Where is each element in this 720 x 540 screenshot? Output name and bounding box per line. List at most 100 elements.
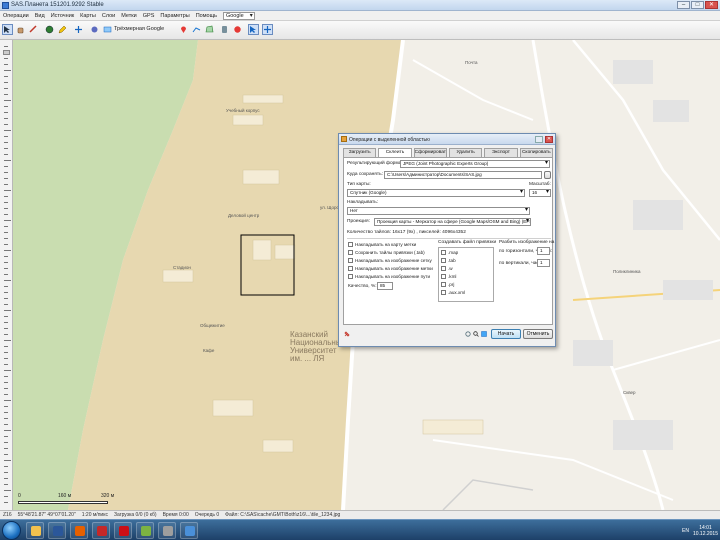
globe-icon[interactable] [44,24,55,35]
taskbar-app-button[interactable] [48,522,66,539]
format-select[interactable]: JPEG (Joint Photographic Experts Group) [400,160,550,168]
taskbar-app-button[interactable] [92,522,110,539]
tab-stitch[interactable]: Склеить [378,148,412,157]
projection-select[interactable]: Проекция карты - Меркатор на сфере (Goog… [374,218,531,226]
world-file-checkbox-1[interactable] [441,250,446,255]
taskbar-app-button[interactable] [114,522,132,539]
gps-icon[interactable] [219,24,230,35]
ruler-tick [4,256,8,257]
dialog-app-icon [341,136,347,142]
dialog-close-button[interactable]: ✕ [545,136,553,143]
world-file-checkbox-6[interactable] [441,290,446,295]
ruler-tick [4,292,8,293]
map-source-combo[interactable]: Google [222,11,255,20]
taskbar-app-button[interactable] [158,522,176,539]
menu-gps[interactable]: GPS [143,13,155,19]
option-checkbox-1[interactable] [348,242,353,247]
divider [347,238,551,239]
quality-input[interactable]: 85 [377,282,393,290]
status-time: Время 0:00 [162,512,189,518]
marker-icon[interactable] [178,24,189,35]
v-parts-input[interactable]: 1 [537,259,550,267]
tab-generate[interactable]: Сформировать [413,148,447,157]
ruler-tick [4,214,8,215]
taskbar-app-button[interactable] [180,522,198,539]
route-icon[interactable] [191,24,202,35]
start-button[interactable] [2,521,21,540]
ruler-tick [4,262,8,263]
tab-download[interactable]: Загрузить [343,148,377,157]
ruler-tick [4,202,8,203]
ruler-tick [4,430,11,431]
pin-icon[interactable] [344,331,350,337]
menu-source[interactable]: Источник [51,13,74,19]
ruler-tick [4,280,11,281]
ruler-icon[interactable] [28,24,39,35]
pan-hand-icon[interactable] [15,24,26,35]
search-icon[interactable] [473,331,479,337]
ruler-tick [4,454,8,455]
menu-settings[interactable]: Параметры [160,13,189,19]
save-icon[interactable] [481,331,487,337]
maximize-button[interactable]: □ [691,1,704,9]
active-layer-label[interactable]: Трёхмерная Google [114,26,164,32]
map-label-building-2: Деловой центр [228,213,260,218]
window-title-bar: SAS.Планета 151201.9292 Stable – □ ✕ [0,0,720,11]
zoom-slider-handle[interactable] [3,50,10,55]
world-file-checkbox-3[interactable] [441,266,446,271]
ruler-tick [4,406,8,407]
path-input[interactable]: C:\Users\Администратор\Documents\SAS.jpg [384,171,542,179]
sat-record-icon[interactable] [232,24,243,35]
world-file-checkbox-5[interactable] [441,282,446,287]
option-checkbox-2[interactable] [348,250,353,255]
zoom-select[interactable]: 16 [529,189,551,197]
menu-bar: Операции Вид Источник Карты Слои Метки G… [0,11,720,21]
menu-layers[interactable]: Слои [102,13,115,19]
status-file: Файл: C:\SAS\cache\GMT\Both\z16\...\tile… [225,512,341,518]
cursor-icon[interactable] [248,24,259,35]
ruler-tick [4,274,8,275]
tab-copy[interactable]: Скопировать [519,148,553,157]
link-icon[interactable] [465,331,471,337]
dialog-minimize-button[interactable] [535,136,543,143]
ruler-tick [4,388,8,389]
menu-maps[interactable]: Карты [80,13,96,19]
menu-view[interactable]: Вид [35,13,45,19]
option-checkbox-4[interactable] [348,266,353,271]
minimize-button[interactable]: – [677,1,690,9]
cancel-button[interactable]: Отменить [523,329,553,339]
language-indicator[interactable]: EN [682,528,689,534]
start-button-dialog[interactable]: Начать [491,329,521,339]
zoom-ruler[interactable] [0,40,13,510]
zoom-in-icon[interactable] [73,24,84,35]
move-icon[interactable] [262,24,273,35]
close-button[interactable]: ✕ [705,1,718,9]
overlay-select[interactable]: Нет [347,207,530,215]
taskbar-app-button[interactable] [70,522,88,539]
ruler-tick [4,328,8,329]
ruler-tick [4,118,8,119]
status-queue: Очередь 0 [194,512,220,518]
menu-marks[interactable]: Метки [121,13,137,19]
option-checkbox-5[interactable] [348,274,353,279]
select-arrow-icon[interactable] [2,24,13,35]
taskbar-app-button[interactable] [136,522,154,539]
h-parts-input[interactable]: 1 [537,247,550,255]
menu-help[interactable]: Помощь [196,13,217,19]
map-type-select[interactable]: Спутник (Google) [347,189,525,197]
option-checkbox-3[interactable] [348,258,353,263]
ruler-tick [4,352,8,353]
browse-button[interactable] [544,171,551,179]
edit-pencil-icon[interactable] [57,24,68,35]
grid-icon[interactable] [89,24,100,35]
taskbar-app-button[interactable] [26,522,44,539]
polygon-icon[interactable] [204,24,215,35]
clock[interactable]: 14:01 10.12.2015 [693,525,718,537]
menu-operations[interactable]: Операции [3,13,29,19]
layers-icon[interactable] [102,24,113,35]
map-label-dormitory: Общежитие [200,323,225,328]
world-file-checkbox-2[interactable] [441,258,446,263]
tab-delete[interactable]: Удалить [448,148,483,157]
world-file-checkbox-4[interactable] [441,274,446,279]
tab-export[interactable]: Экспорт [484,148,518,157]
